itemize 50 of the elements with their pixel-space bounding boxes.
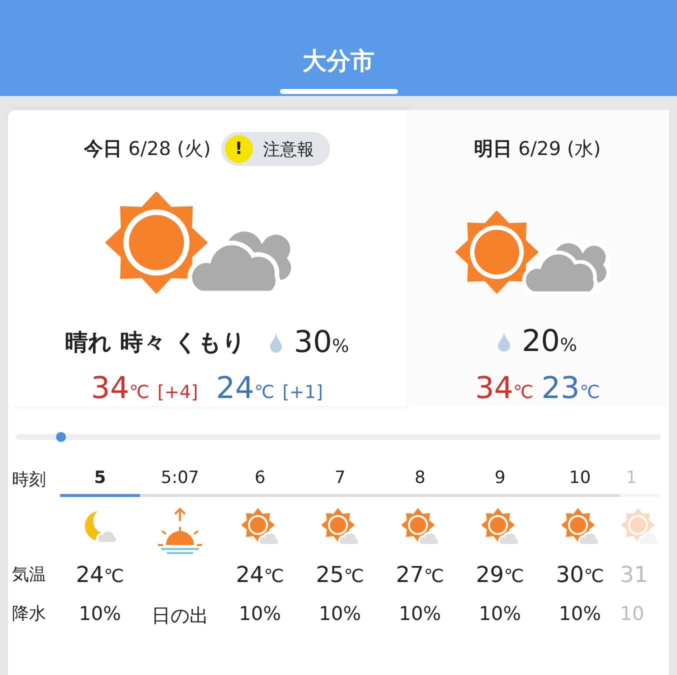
- sun-cloud-icon: [320, 507, 360, 547]
- hour-rain: 10%: [78, 603, 122, 625]
- hour-temperature: 24℃: [236, 563, 284, 590]
- hour-tab[interactable]: 10: [540, 460, 620, 497]
- slider-thumb[interactable]: [56, 432, 66, 442]
- high-temperature: 34℃: [475, 371, 534, 406]
- hour-rain: 日の出: [152, 604, 208, 629]
- high-temperature: 34℃: [91, 371, 150, 406]
- hour-temperature: 30℃: [556, 563, 604, 590]
- day-date: 明日 6/29 (水): [474, 137, 601, 162]
- day-panel[interactable]: 今日 6/28 (火) ! 注意報 晴れ 時々 くもり 30% 34℃ [+4] 24℃ [+1]: [8, 110, 406, 406]
- hour-rain: 10%: [398, 603, 442, 625]
- hour-tab[interactable]: 8: [380, 460, 460, 497]
- hour-temperature: 25℃: [316, 563, 364, 590]
- hour-tab[interactable]: 7: [300, 460, 380, 497]
- day-panel[interactable]: 明日 6/29 (水) 20% 34℃ 23℃: [406, 110, 669, 406]
- low-difference: [+1]: [282, 382, 323, 403]
- day-date: 今日 6/28 (火): [84, 137, 211, 162]
- low-temperature: 24℃: [216, 371, 274, 406]
- low-temperature: 23℃: [542, 371, 600, 406]
- raindrop-icon: [498, 332, 510, 352]
- sun-cloud-icon: [400, 507, 440, 547]
- hour-tab[interactable]: 6: [220, 460, 300, 497]
- timeline-slider[interactable]: [16, 434, 661, 440]
- rain-chance: 30%: [294, 325, 350, 360]
- hour-temperature: 31: [620, 563, 648, 590]
- weather-summary: 晴れ 時々 くもり: [64, 329, 246, 358]
- warning-badge[interactable]: ! 注意報: [220, 132, 330, 166]
- sun-cloud-icon: [560, 507, 600, 547]
- raindrop-icon: [270, 332, 282, 353]
- row-label: 降水: [12, 603, 47, 625]
- row-label: 気温: [12, 564, 47, 586]
- hour-tab[interactable]: 9: [460, 460, 540, 497]
- sun-cloud-icon: [620, 507, 660, 547]
- row-label: 時刻: [12, 469, 47, 491]
- hour-rain: 10: [620, 603, 644, 625]
- hour-temperature: 29℃: [476, 563, 524, 590]
- city-title: 大分市: [302, 46, 374, 77]
- hour-rain: 10%: [238, 603, 282, 625]
- hour-rain: 10%: [558, 603, 602, 625]
- hour-tab[interactable]: 5:07: [140, 460, 220, 497]
- hour-temperature: 27℃: [396, 563, 444, 590]
- sun-cloud-icon: [480, 507, 520, 547]
- hour-tab[interactable]: 5: [60, 460, 140, 497]
- hour-rain: 10%: [478, 603, 522, 625]
- hour-rain: 10%: [318, 603, 362, 625]
- rain-chance: 20%: [522, 324, 578, 360]
- hour-temperature: 24℃: [76, 563, 124, 590]
- high-difference: [+4]: [157, 382, 198, 403]
- sun-cloud-icon: [240, 507, 280, 547]
